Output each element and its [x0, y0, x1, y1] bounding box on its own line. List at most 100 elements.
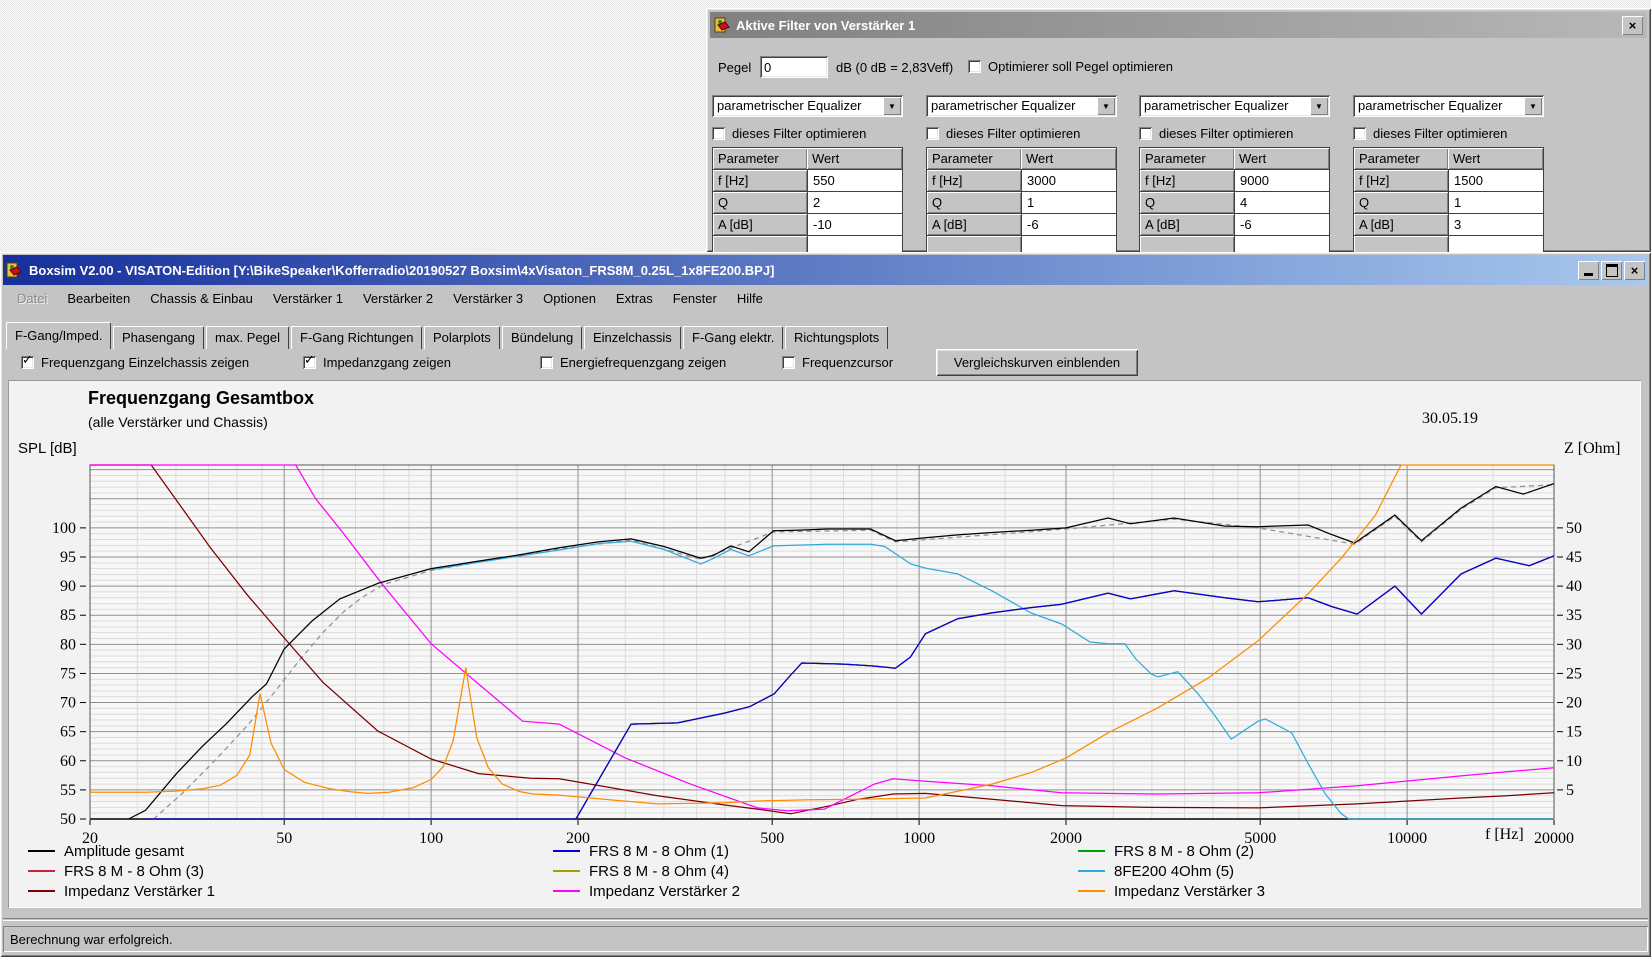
param-cell — [1140, 236, 1234, 252]
dialog-titlebar[interactable]: Aktive Filter von Verstärker 1 × — [710, 12, 1647, 38]
table-row: f [Hz]9000 — [1140, 170, 1329, 192]
value-cell[interactable]: 1500 — [1448, 170, 1543, 191]
header-parameter: Parameter — [1354, 148, 1448, 169]
tab-b-ndelung[interactable]: Bündelung — [502, 326, 582, 349]
table-row: Q2 — [713, 192, 902, 214]
filter-param-table: ParameterWertf [Hz]1500Q1A [dB]3 — [1353, 147, 1544, 252]
menu-verst-rker-2[interactable]: Verstärker 2 — [353, 288, 443, 309]
legend-swatch — [28, 850, 55, 852]
legend-label: Impedanz Verstärker 1 — [64, 883, 215, 900]
tab-f-gang-richtungen[interactable]: F-Gang Richtungen — [291, 326, 422, 349]
value-cell[interactable]: 2 — [807, 192, 902, 213]
filter-type-select[interactable]: parametrischer Equalizer▼ — [1139, 95, 1330, 117]
legend-item: Amplitude gesamt — [28, 842, 184, 860]
table-row-partial — [1354, 236, 1543, 252]
filter-type-value: parametrischer Equalizer — [931, 98, 1076, 113]
optimize-filter-checkbox[interactable] — [926, 127, 939, 140]
chevron-down-icon[interactable]: ▼ — [883, 97, 901, 115]
tab-f-gang-elektr-[interactable]: F-Gang elektr. — [683, 326, 783, 349]
menu-chassis-einbau[interactable]: Chassis & Einbau — [140, 288, 263, 309]
optimize-level-checkbox[interactable] — [968, 60, 981, 73]
window-titlebar[interactable]: Boxsim V2.00 - VISATON-Edition [Y:\BikeS… — [3, 255, 1648, 285]
optimize-level-option: Optimierer soll Pegel optimieren — [968, 59, 1173, 74]
maximize-icon[interactable] — [1601, 261, 1622, 280]
toolbar-option: ✓ Impedanzgang zeigen — [303, 355, 451, 370]
optimize-filter-checkbox[interactable] — [1139, 127, 1152, 140]
tab-einzelchassis[interactable]: Einzelchassis — [584, 326, 681, 349]
legend-label: FRS 8 M - 8 Ohm (4) — [589, 863, 729, 880]
tab-max-pegel[interactable]: max. Pegel — [206, 326, 289, 349]
optimize-filter-checkbox[interactable] — [1353, 127, 1366, 140]
chevron-down-icon[interactable]: ▼ — [1097, 97, 1115, 115]
menu-bearbeiten[interactable]: Bearbeiten — [57, 288, 140, 309]
value-cell[interactable]: 9000 — [1234, 170, 1329, 191]
value-cell[interactable]: 1 — [1448, 192, 1543, 213]
tab-richtungsplots[interactable]: Richtungsplots — [785, 326, 888, 349]
param-cell: Q — [927, 192, 1021, 213]
toolbar-checkbox-label: Energiefrequenzgang zeigen — [560, 355, 726, 370]
legend-item: 8FE200 4Ohm (5) — [1078, 862, 1234, 880]
toolbar-checkbox[interactable] — [540, 356, 553, 369]
toolbar-checkbox-label: Impedanzgang zeigen — [323, 355, 451, 370]
legend-label: FRS 8 M - 8 Ohm (1) — [589, 843, 729, 860]
value-cell[interactable]: -10 — [807, 214, 902, 235]
svg-text:65: 65 — [60, 724, 76, 741]
desktop-background: Aktive Filter von Verstärker 1 × Pegel d… — [0, 0, 1651, 957]
tab-polarplots[interactable]: Polarplots — [424, 326, 500, 349]
menu-verst-rker-3[interactable]: Verstärker 3 — [443, 288, 533, 309]
chevron-down-icon[interactable]: ▼ — [1310, 97, 1328, 115]
filter-type-select[interactable]: parametrischer Equalizer ▼ — [1353, 95, 1544, 117]
legend-label: FRS 8 M - 8 Ohm (3) — [64, 863, 204, 880]
svg-text:25: 25 — [1566, 665, 1582, 682]
value-cell[interactable]: 4 — [1234, 192, 1329, 213]
toolbar-checkbox[interactable] — [782, 356, 795, 369]
value-cell[interactable]: -6 — [1234, 214, 1329, 235]
compare-curves-button[interactable]: Vergleichskurven einblenden — [936, 349, 1138, 376]
menu-extras[interactable]: Extras — [606, 288, 663, 309]
pegel-input[interactable] — [760, 56, 828, 78]
menu-hilfe[interactable]: Hilfe — [727, 288, 773, 309]
header-wert: Wert — [1021, 148, 1116, 169]
filter-type-select[interactable]: parametrischer Equalizer▼ — [712, 95, 903, 117]
close-icon[interactable]: × — [1624, 261, 1645, 280]
filter-type-value: parametrischer Equalizer — [1358, 98, 1503, 113]
menu-optionen[interactable]: Optionen — [533, 288, 606, 309]
toolbar-checkbox[interactable]: ✓ — [21, 356, 34, 369]
filter-param-table: ParameterWertf [Hz]550Q2A [dB]-10 — [712, 147, 903, 252]
header-wert: Wert — [807, 148, 902, 169]
minimize-icon[interactable] — [1578, 261, 1599, 280]
svg-text:1000: 1000 — [903, 830, 935, 847]
tab-phasengang[interactable]: Phasengang — [113, 326, 204, 349]
check-icon: ✓ — [22, 353, 33, 368]
value-cell[interactable]: -6 — [1021, 214, 1116, 235]
filter-column-2: parametrischer Equalizer▼dieses Filter o… — [926, 95, 1117, 252]
dialog-close-icon[interactable]: × — [1622, 16, 1643, 35]
menu-verst-rker-1[interactable]: Verstärker 1 — [263, 288, 353, 309]
param-cell: A [dB] — [713, 214, 807, 235]
table-header-row: ParameterWert — [713, 148, 902, 170]
svg-text:35: 35 — [1566, 607, 1582, 624]
value-cell[interactable]: 550 — [807, 170, 902, 191]
filter-type-select[interactable]: parametrischer Equalizer ▼ — [926, 95, 1117, 117]
optimize-filter-checkbox[interactable] — [712, 127, 725, 140]
menu-bar: DateiBearbeitenChassis & EinbauVerstärke… — [3, 286, 1648, 310]
window-title: Boxsim V2.00 - VISATON-Edition [Y:\BikeS… — [29, 263, 774, 278]
legend-swatch — [1078, 870, 1105, 872]
value-cell[interactable]: 1 — [1021, 192, 1116, 213]
svg-text:85: 85 — [60, 607, 76, 624]
chevron-down-icon[interactable]: ▼ — [1524, 97, 1542, 115]
toolbar-checkbox[interactable]: ✓ — [303, 356, 316, 369]
window-controls: × — [1578, 261, 1645, 280]
status-divider — [3, 918, 1648, 921]
svg-text:95: 95 — [60, 549, 76, 566]
value-cell[interactable]: 3000 — [1021, 170, 1116, 191]
legend-swatch — [553, 890, 580, 892]
filter-column-1: parametrischer Equalizer▼dieses Filter o… — [712, 95, 903, 252]
param-cell: f [Hz] — [927, 170, 1021, 191]
svg-text:20000: 20000 — [1534, 830, 1574, 847]
value-cell[interactable]: 3 — [1448, 214, 1543, 235]
status-text: Berechnung war erfolgreich. — [10, 932, 173, 947]
pegel-label: Pegel — [718, 60, 751, 75]
tab-f-gang-imped-[interactable]: F-Gang/Imped. — [6, 322, 111, 349]
menu-fenster[interactable]: Fenster — [663, 288, 727, 309]
